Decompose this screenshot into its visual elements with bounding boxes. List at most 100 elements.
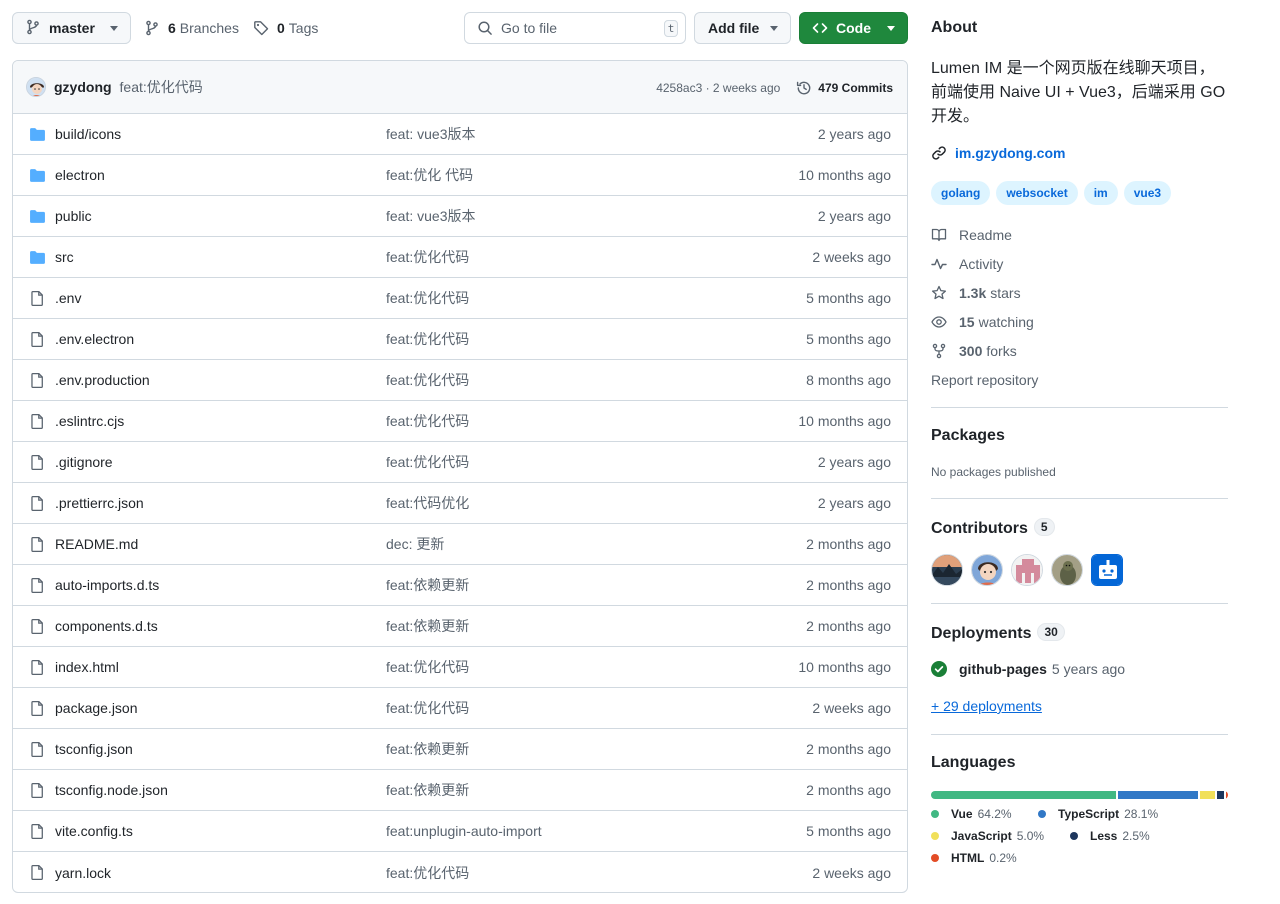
file-row[interactable]: tsconfig.json feat:依赖更新 2 months ago bbox=[13, 729, 907, 770]
file-row[interactable]: README.md dec: 更新 2 months ago bbox=[13, 524, 907, 565]
commits-count[interactable]: 479 Commits bbox=[818, 81, 893, 95]
more-deployments-link[interactable]: + 29 deployments bbox=[931, 698, 1042, 714]
file-row[interactable]: components.d.ts feat:依赖更新 2 months ago bbox=[13, 606, 907, 647]
file-row[interactable]: vite.config.ts feat:unplugin-auto-import 5… bbox=[13, 811, 907, 852]
file-name[interactable]: .gitignore bbox=[55, 454, 113, 470]
file-name[interactable]: README.md bbox=[55, 536, 138, 552]
avatar[interactable] bbox=[931, 554, 963, 586]
file-commit-message[interactable]: feat:unplugin-auto-import bbox=[386, 823, 542, 839]
topic-tag[interactable]: golang bbox=[931, 181, 991, 205]
file-row[interactable]: .gitignore feat:优化代码 2 years ago bbox=[13, 442, 907, 483]
language-name: Vue bbox=[951, 807, 973, 821]
deployment-item[interactable]: github-pages 5 years ago bbox=[931, 661, 1125, 677]
file-commit-message[interactable]: feat:优化代码 bbox=[386, 452, 469, 472]
file-row[interactable]: tsconfig.node.json feat:依赖更新 2 months ago bbox=[13, 770, 907, 811]
file-name[interactable]: index.html bbox=[55, 659, 119, 675]
file-name[interactable]: .eslintrc.cjs bbox=[55, 413, 124, 429]
file-commit-message[interactable]: dec: 更新 bbox=[386, 534, 444, 554]
file-name[interactable]: package.json bbox=[55, 700, 138, 716]
file-commit-age: 2 years ago bbox=[817, 495, 891, 511]
file-row[interactable]: index.html feat:优化代码 10 months ago bbox=[13, 647, 907, 688]
file-row[interactable]: auto-imports.d.ts feat:依赖更新 2 months ago bbox=[13, 565, 907, 606]
file-commit-message[interactable]: feat:优化 代码 bbox=[386, 165, 473, 185]
file-row[interactable]: .env feat:优化代码 5 months ago bbox=[13, 278, 907, 319]
file-commit-message[interactable]: feat:代码优化 bbox=[386, 493, 469, 513]
file-name[interactable]: .env bbox=[55, 290, 81, 306]
language-item[interactable]: Vue 64.2% bbox=[931, 807, 1012, 821]
code-button[interactable]: Code bbox=[799, 12, 908, 44]
watching-label: watching bbox=[978, 314, 1034, 330]
file-name[interactable]: src bbox=[55, 249, 74, 265]
file-row[interactable]: package.json feat:优化代码 2 weeks ago bbox=[13, 688, 907, 729]
file-name[interactable]: auto-imports.d.ts bbox=[55, 577, 159, 593]
file-name[interactable]: yarn.lock bbox=[55, 865, 111, 881]
language-item[interactable]: TypeScript 28.1% bbox=[1038, 807, 1158, 821]
file-commit-message[interactable]: feat:优化代码 bbox=[386, 657, 469, 677]
file-row[interactable]: public feat: vue3版本 2 years ago bbox=[13, 196, 907, 237]
topic-tag[interactable]: im bbox=[1083, 181, 1118, 205]
forks-link[interactable]: 300 forks bbox=[931, 343, 1017, 359]
language-item[interactable]: JavaScript 5.0% bbox=[931, 829, 1044, 843]
file-row[interactable]: .env.production feat:优化代码 8 months ago bbox=[13, 360, 907, 401]
branch-select-button[interactable]: master bbox=[12, 12, 131, 44]
file-name[interactable]: tsconfig.node.json bbox=[55, 782, 168, 798]
file-commit-message[interactable]: feat:优化代码 bbox=[386, 288, 469, 308]
file-name[interactable]: electron bbox=[55, 167, 105, 183]
file-commit-message[interactable]: feat:优化代码 bbox=[386, 411, 469, 431]
search-icon bbox=[478, 21, 492, 35]
file-name[interactable]: vite.config.ts bbox=[55, 823, 133, 839]
file-row[interactable]: .eslintrc.cjs feat:优化代码 10 months ago bbox=[13, 401, 907, 442]
file-name[interactable]: tsconfig.json bbox=[55, 741, 133, 757]
contributors-heading[interactable]: Contributors 5 bbox=[931, 518, 1055, 538]
add-file-button[interactable]: Add file bbox=[694, 12, 791, 44]
language-percent: 5.0% bbox=[1016, 829, 1045, 843]
stars-link[interactable]: 1.3k stars bbox=[931, 285, 1021, 301]
branches-link[interactable]: 6 Branches bbox=[144, 12, 239, 44]
file-name[interactable]: .prettierrc.json bbox=[55, 495, 144, 511]
commit-sha-time[interactable]: 4258ac3 · 2 weeks ago bbox=[656, 81, 780, 95]
commit-author[interactable]: gzydong bbox=[54, 79, 112, 95]
file-row[interactable]: yarn.lock feat:优化代码 2 weeks ago bbox=[13, 852, 907, 892]
packages-heading[interactable]: Packages bbox=[931, 427, 1005, 445]
file-row[interactable]: .prettierrc.json feat:代码优化 2 years ago bbox=[13, 483, 907, 524]
watching-link[interactable]: 15 watching bbox=[931, 314, 1034, 330]
file-row[interactable]: electron feat:优化 代码 10 months ago bbox=[13, 155, 907, 196]
topic-tag[interactable]: websocket bbox=[996, 181, 1078, 205]
avatar[interactable] bbox=[26, 77, 46, 97]
file-commit-message[interactable]: feat: vue3版本 bbox=[386, 124, 476, 144]
file-commit-message[interactable]: feat: vue3版本 bbox=[386, 206, 476, 226]
file-name[interactable]: public bbox=[55, 208, 92, 224]
file-icon bbox=[29, 290, 46, 307]
file-commit-message[interactable]: feat:优化代码 bbox=[386, 329, 469, 349]
report-repository-link[interactable]: Report repository bbox=[931, 372, 1038, 388]
readme-link[interactable]: Readme bbox=[931, 227, 1012, 243]
file-commit-message[interactable]: feat:优化代码 bbox=[386, 698, 469, 718]
file-commit-message[interactable]: feat:依赖更新 bbox=[386, 616, 469, 636]
activity-link[interactable]: Activity bbox=[931, 256, 1003, 272]
file-name[interactable]: components.d.ts bbox=[55, 618, 158, 634]
file-commit-message[interactable]: feat:依赖更新 bbox=[386, 739, 469, 759]
file-commit-message[interactable]: feat:优化代码 bbox=[386, 247, 469, 267]
website-link[interactable]: im.gzydong.com bbox=[931, 145, 1065, 161]
avatar[interactable] bbox=[1011, 554, 1043, 586]
file-row[interactable]: build/icons feat: vue3版本 2 years ago bbox=[13, 114, 907, 155]
file-name[interactable]: .env.electron bbox=[55, 331, 134, 347]
file-commit-message[interactable]: feat:优化代码 bbox=[386, 863, 469, 883]
language-item[interactable]: Less 2.5% bbox=[1070, 829, 1150, 843]
file-row[interactable]: src feat:优化代码 2 weeks ago bbox=[13, 237, 907, 278]
commit-message[interactable]: feat:优化代码 bbox=[120, 77, 203, 97]
deployments-heading[interactable]: Deployments 30 bbox=[931, 623, 1065, 643]
avatar[interactable] bbox=[971, 554, 1003, 586]
file-commit-message[interactable]: feat:依赖更新 bbox=[386, 780, 469, 800]
file-name[interactable]: .env.production bbox=[55, 372, 150, 388]
file-commit-message[interactable]: feat:优化代码 bbox=[386, 370, 469, 390]
file-row[interactable]: .env.electron feat:优化代码 5 months ago bbox=[13, 319, 907, 360]
topic-tag[interactable]: vue3 bbox=[1123, 181, 1172, 205]
file-commit-message[interactable]: feat:依赖更新 bbox=[386, 575, 469, 595]
language-item[interactable]: HTML 0.2% bbox=[931, 851, 1017, 865]
avatar[interactable] bbox=[1051, 554, 1083, 586]
tags-link[interactable]: 0 Tags bbox=[253, 12, 318, 44]
go-to-file-input[interactable]: Go to file t bbox=[464, 12, 686, 44]
file-name[interactable]: build/icons bbox=[55, 126, 121, 142]
avatar[interactable] bbox=[1091, 554, 1123, 586]
